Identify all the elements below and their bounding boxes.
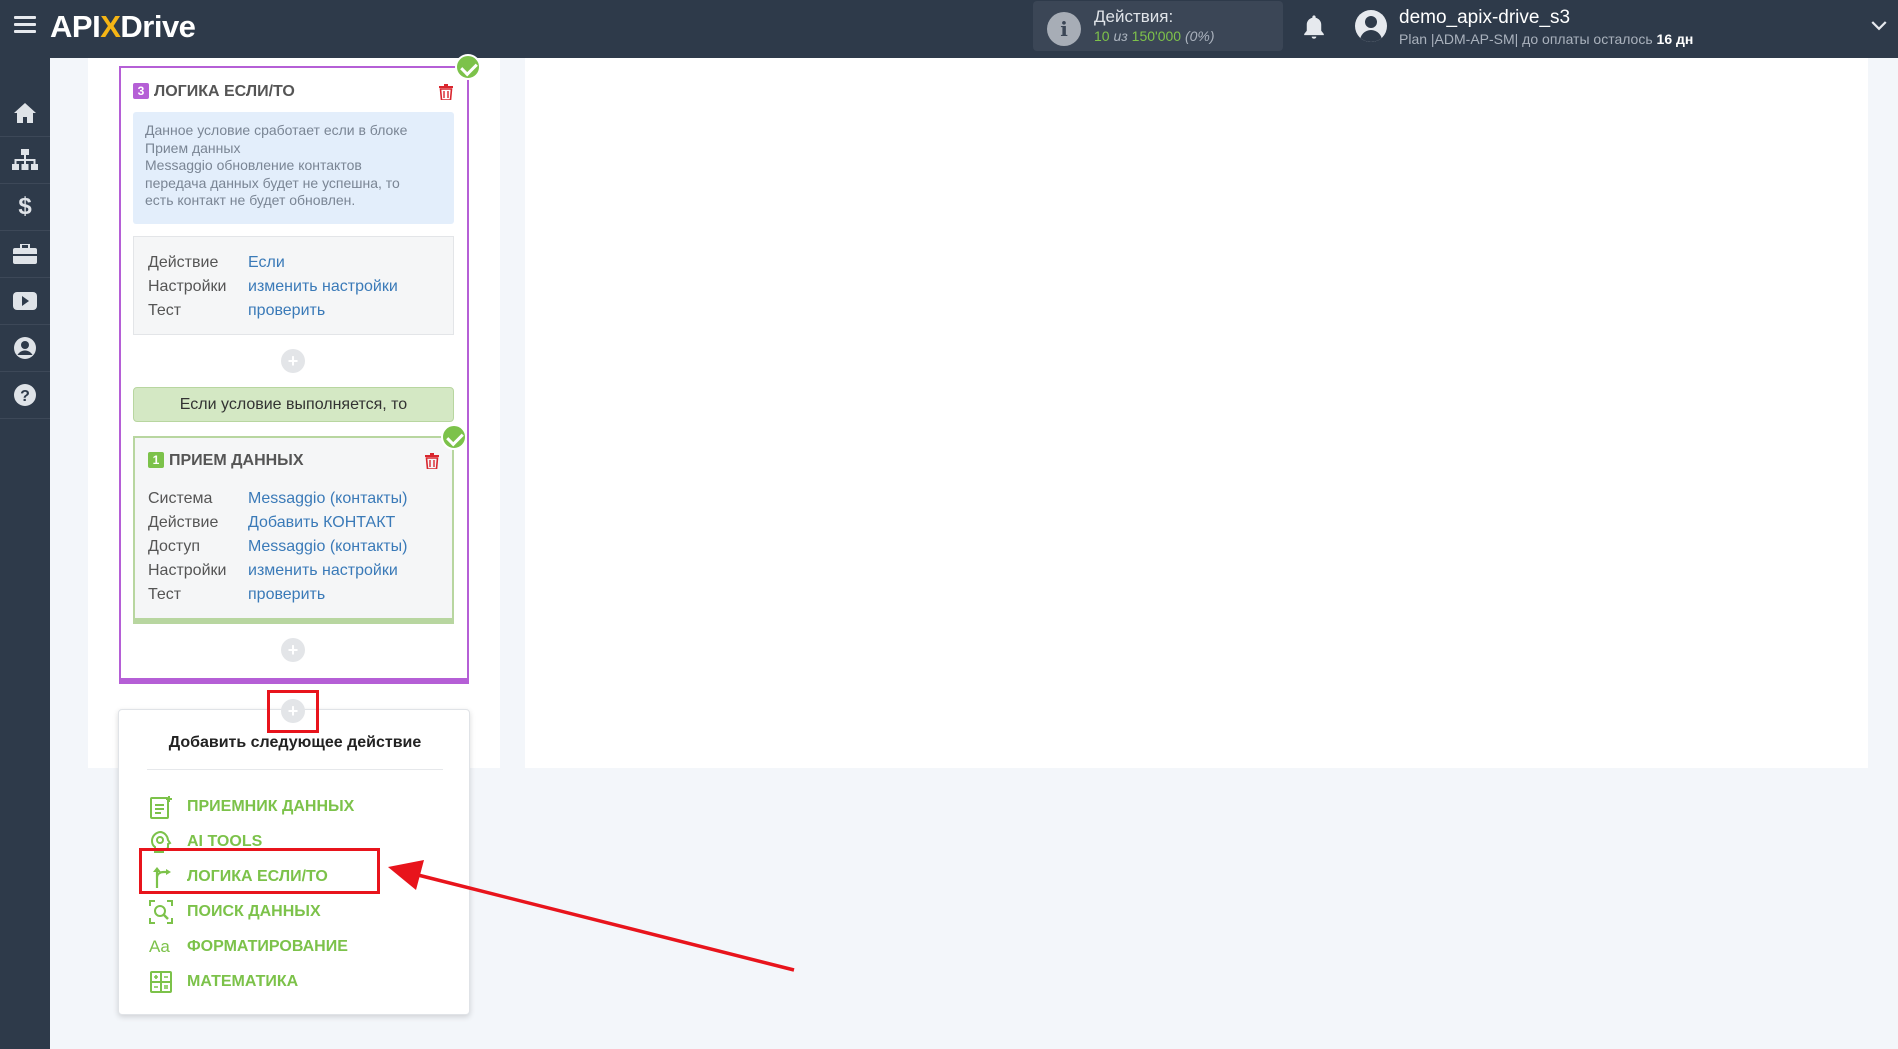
menu-item-data-receiver[interactable]: ПРИЕМНИК ДАННЫХ xyxy=(149,793,354,821)
sidebar: $ ? xyxy=(0,58,50,1049)
apix-drive-logo[interactable]: APIXDrive xyxy=(50,9,196,45)
receive-test-link[interactable]: проверить xyxy=(248,586,325,604)
menu-icon[interactable] xyxy=(14,16,36,34)
add-step-button[interactable]: + xyxy=(281,638,305,662)
actions-count: 10 из 150'000 (0%) xyxy=(1094,28,1215,44)
search-data-icon xyxy=(149,900,173,924)
receive-system-link[interactable]: Messaggio (контакты) xyxy=(248,490,407,508)
actions-counter[interactable]: i Действия: 10 из 150'000 (0%) xyxy=(1033,1,1283,51)
menu-item-formatting[interactable]: Aa ФОРМАТИРОВАНИЕ xyxy=(149,933,348,961)
briefcase-icon xyxy=(13,244,37,264)
divider xyxy=(147,769,443,770)
trash-icon[interactable] xyxy=(425,453,439,469)
logic-test-link[interactable]: проверить xyxy=(248,302,325,320)
sidebar-item-help[interactable]: ? xyxy=(0,372,50,419)
menu-item-data-search[interactable]: ПОИСК ДАННЫХ xyxy=(149,898,321,926)
user-plan: Plan |ADM-AP-SM| до оплаты осталось 16 д… xyxy=(1399,31,1694,47)
trash-icon[interactable] xyxy=(439,84,453,100)
document-plus-icon xyxy=(150,796,172,819)
sidebar-item-connections[interactable] xyxy=(0,137,50,184)
condition-label: Если условие выполняется, то xyxy=(133,387,454,422)
question-icon: ? xyxy=(14,384,36,406)
highlight-box xyxy=(267,690,319,733)
home-icon xyxy=(14,103,36,123)
sitemap-icon xyxy=(12,149,38,170)
logic-description: Данное условие сработает если в блоке Пр… xyxy=(133,112,454,224)
logic-settings-link[interactable]: изменить настройки xyxy=(248,278,398,296)
receive-block-title: 1 ПРИЕМ ДАННЫХ xyxy=(148,452,304,470)
settings-panel xyxy=(525,58,1868,768)
receive-settings-link[interactable]: изменить настройки xyxy=(248,562,398,580)
top-header: APIXDrive i Действия: 10 из 150'000 (0%)… xyxy=(0,0,1898,58)
receive-access-link[interactable]: Messaggio (контакты) xyxy=(248,538,407,556)
receive-action-link[interactable]: Добавить КОНТАКТ xyxy=(248,514,395,532)
youtube-icon xyxy=(13,292,37,310)
logic-block-title: 3 ЛОГИКА ЕСЛИ/ТО xyxy=(133,83,295,101)
user-circle-icon xyxy=(14,337,36,359)
dollar-icon: $ xyxy=(18,193,32,220)
svg-text:?: ? xyxy=(20,388,30,405)
text-format-icon: Aa xyxy=(149,937,170,956)
menu-item-math[interactable]: МАТЕМАТИКА xyxy=(149,968,298,996)
bell-icon[interactable] xyxy=(1300,13,1328,41)
add-menu-title: Добавить следующее действие xyxy=(168,734,422,751)
add-step-button[interactable]: + xyxy=(281,349,305,373)
check-icon xyxy=(441,424,467,450)
actions-label: Действия: xyxy=(1094,7,1174,26)
sidebar-item-home[interactable] xyxy=(0,90,50,137)
sidebar-item-profile[interactable] xyxy=(0,325,50,372)
info-icon: i xyxy=(1047,12,1081,46)
sidebar-item-tools[interactable] xyxy=(0,231,50,278)
user-name[interactable]: demo_apix-drive_s3 xyxy=(1399,7,1570,29)
sidebar-item-billing[interactable]: $ xyxy=(0,184,50,231)
chevron-down-icon[interactable] xyxy=(1870,16,1888,34)
check-icon xyxy=(455,54,481,80)
calculator-icon xyxy=(150,971,172,993)
highlight-box xyxy=(139,848,380,894)
user-avatar[interactable] xyxy=(1355,10,1387,42)
sidebar-item-video[interactable] xyxy=(0,278,50,325)
pointer-arrow xyxy=(388,860,795,972)
logic-action-link[interactable]: Если xyxy=(248,254,285,272)
